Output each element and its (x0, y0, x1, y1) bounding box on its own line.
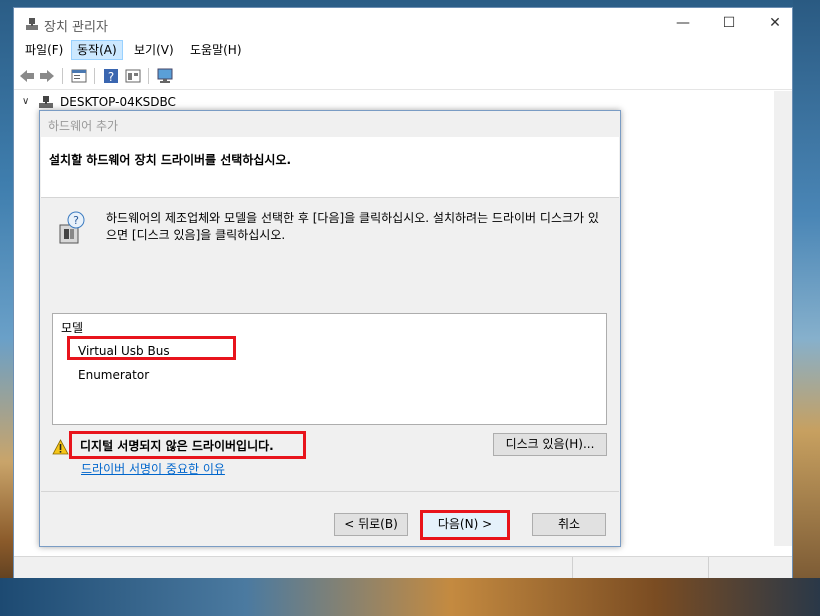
list-header-model: 모델 (61, 321, 84, 335)
svg-text:?: ? (108, 70, 114, 84)
desktop-background-bottom (0, 578, 820, 616)
scan-hardware-icon[interactable] (156, 67, 174, 85)
status-bar (14, 556, 792, 578)
add-hardware-dialog: 하드웨어 추가 설치할 하드웨어 장치 드라이버를 선택하십시오. ? 하드웨어… (39, 110, 621, 547)
dialog-description: 하드웨어의 제조업체와 모델을 선택한 후 [다음]을 클릭하십시오. 설치하려… (106, 211, 599, 242)
help-icon[interactable]: ? (102, 67, 120, 85)
menu-view[interactable]: 보기(V) (129, 41, 179, 59)
unsigned-driver-warning: 디지털 서명되지 않은 드라이버입니다. (69, 431, 306, 459)
status-cell (14, 557, 573, 578)
status-cell (572, 557, 709, 578)
status-cell (708, 557, 792, 578)
toolbar-separator (94, 68, 95, 84)
tree-root-label[interactable]: DESKTOP-04KSDBC (60, 95, 176, 109)
minimize-icon: — (676, 15, 690, 31)
toolbar-separator (148, 68, 149, 84)
maximize-button[interactable]: ☐ (706, 8, 752, 39)
window-title: 장치 관리자 (44, 20, 108, 35)
title-bar[interactable]: 장치 관리자 — ☐ ✕ (14, 8, 792, 39)
minimize-button[interactable]: — (660, 8, 706, 39)
device-manager-icon (26, 18, 38, 30)
next-button[interactable]: 다음(N) > (420, 510, 510, 540)
menu-help[interactable]: 도움말(H) (185, 41, 247, 59)
have-disk-button[interactable]: 디스크 있음(H)... (493, 433, 607, 456)
properties-icon[interactable] (70, 67, 88, 85)
menu-file[interactable]: 파일(F) (20, 41, 68, 59)
back-button[interactable]: < 뒤로(B) (334, 513, 408, 536)
cancel-button[interactable]: 취소 (532, 513, 606, 536)
close-button[interactable]: ✕ (752, 8, 798, 39)
dialog-separator (41, 491, 619, 492)
show-hidden-icon[interactable] (124, 67, 142, 85)
menu-action[interactable]: 동작(A) (71, 40, 123, 60)
driver-signing-link[interactable]: 드라이버 서명이 중요한 이유 (81, 460, 225, 477)
toolbar-separator (62, 68, 63, 84)
back-arrow-icon[interactable] (18, 67, 36, 85)
menu-bar: 파일(F) 동작(A) 보기(V) 도움말(H) (14, 39, 792, 61)
warning-icon (52, 439, 69, 455)
close-icon: ✕ (769, 15, 781, 31)
svg-text:?: ? (73, 214, 79, 227)
dialog-header: 설치할 하드웨어 장치 드라이버를 선택하십시오. (41, 137, 619, 198)
chevron-down-icon[interactable]: ∨ (22, 96, 29, 107)
maximize-icon: ☐ (722, 15, 736, 31)
vertical-scrollbar[interactable] (774, 91, 792, 546)
forward-arrow-icon[interactable] (38, 67, 56, 85)
dialog-heading: 설치할 하드웨어 장치 드라이버를 선택하십시오. (49, 153, 292, 167)
computer-icon (39, 96, 53, 108)
list-item-model[interactable]: Virtual Usb Bus Enumerator (67, 336, 236, 382)
hardware-help-icon: ? (59, 211, 85, 244)
toolbar: ? (14, 63, 792, 90)
desktop-background-right (793, 0, 820, 616)
model-listbox[interactable]: 모델 Virtual Usb Bus Enumerator (52, 313, 607, 425)
dialog-title: 하드웨어 추가 (48, 119, 119, 133)
